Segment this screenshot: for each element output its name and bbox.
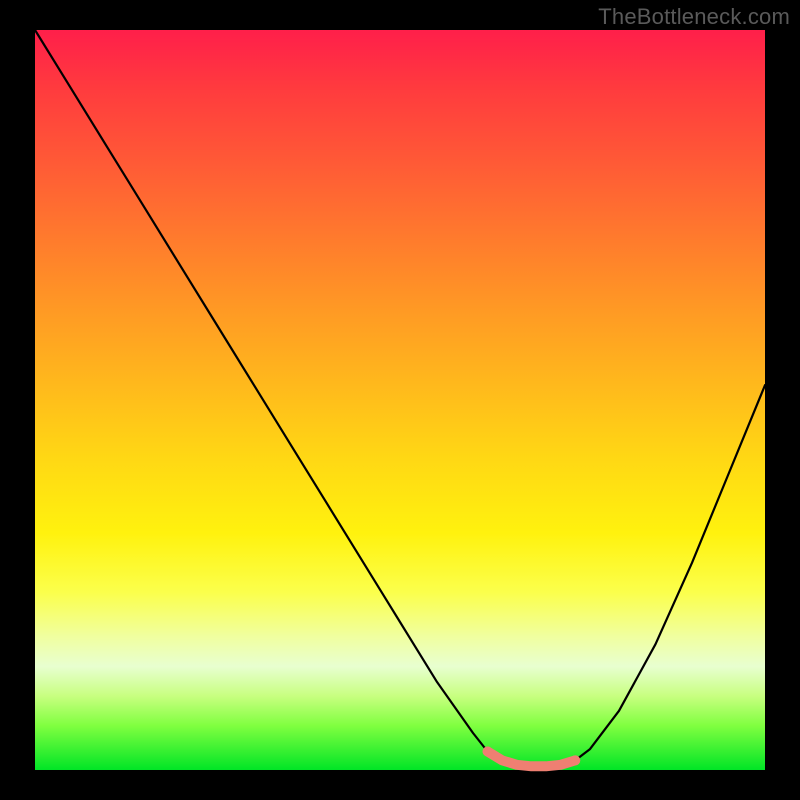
curve-svg: [35, 30, 765, 770]
plot-area: [35, 30, 765, 770]
optimum-endpoint-right: [570, 755, 580, 765]
bottleneck-curve: [35, 30, 765, 766]
optimum-endpoint-left: [483, 747, 493, 757]
watermark-text: TheBottleneck.com: [598, 4, 790, 30]
optimum-segment: [488, 752, 576, 767]
chart-frame: TheBottleneck.com: [0, 0, 800, 800]
